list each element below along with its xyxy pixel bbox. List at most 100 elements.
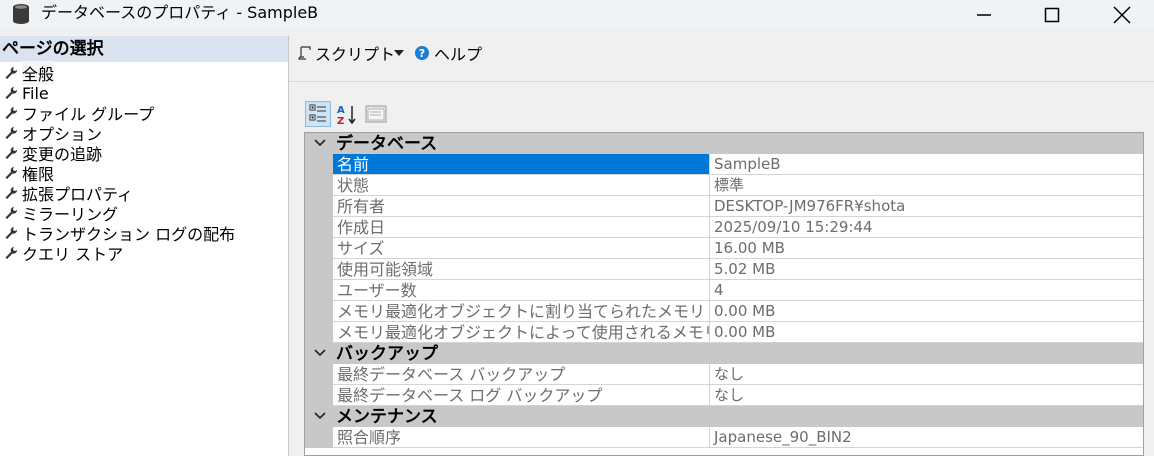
category-header[interactable]: データベース bbox=[305, 133, 1143, 154]
category-label: メンテナンス bbox=[336, 407, 438, 427]
maximize-button[interactable] bbox=[1028, 0, 1076, 29]
property-name[interactable]: サイズ bbox=[333, 238, 710, 259]
property-row[interactable]: 所有者 DESKTOP-JM976FR¥shota bbox=[305, 196, 1143, 217]
category-header[interactable]: メンテナンス bbox=[305, 406, 1143, 427]
property-row[interactable]: メモリ最適化オブジェクトに割り当てられたメモリ 0.00 MB bbox=[305, 301, 1143, 322]
row-gutter bbox=[305, 196, 333, 217]
splitter[interactable] bbox=[288, 36, 289, 456]
property-value[interactable]: SampleB bbox=[710, 154, 1143, 175]
categorized-button[interactable] bbox=[305, 101, 331, 127]
help-icon: ? bbox=[415, 46, 429, 60]
close-icon bbox=[1113, 5, 1131, 24]
close-button[interactable] bbox=[1098, 0, 1146, 29]
property-value[interactable]: DESKTOP-JM976FR¥shota bbox=[710, 196, 1143, 217]
row-gutter bbox=[305, 364, 333, 385]
property-name[interactable]: ユーザー数 bbox=[333, 280, 710, 301]
property-name[interactable]: 使用可能領域 bbox=[333, 259, 710, 280]
chevron-down-icon[interactable] bbox=[313, 410, 327, 422]
property-row[interactable]: ユーザー数 4 bbox=[305, 280, 1143, 301]
script-label: スクリプト bbox=[315, 45, 396, 64]
row-gutter bbox=[305, 175, 333, 196]
help-label: ヘルプ bbox=[434, 45, 483, 64]
property-name[interactable]: 照合順序 bbox=[333, 427, 710, 448]
property-grid: データベース 名前 SampleB 状態 標準 所有者 DESKTOP-JM976FR¥sh… bbox=[304, 132, 1144, 456]
property-row[interactable]: 状態 標準 bbox=[305, 175, 1143, 196]
property-row[interactable]: 作成日 2025/09/10 15:29:44 bbox=[305, 217, 1143, 238]
page-item[interactable]: 権限 bbox=[4, 163, 54, 184]
property-grid-toolbar: A Z bbox=[305, 100, 392, 128]
page-item[interactable]: 変更の追跡 bbox=[4, 143, 102, 164]
row-gutter bbox=[305, 280, 333, 301]
help-button[interactable]: ? ヘルプ bbox=[415, 42, 482, 64]
property-value[interactable]: なし bbox=[710, 385, 1143, 406]
sort-az-icon: A Z bbox=[337, 105, 356, 125]
wrench-icon bbox=[5, 147, 18, 159]
property-row[interactable]: サイズ 16.00 MB bbox=[305, 238, 1143, 259]
script-dropdown-icon[interactable] bbox=[393, 48, 405, 58]
alphabetical-button[interactable]: A Z bbox=[334, 101, 360, 127]
page-item[interactable]: クエリ ストア bbox=[4, 243, 123, 264]
property-value[interactable]: なし bbox=[710, 364, 1143, 385]
property-value[interactable]: 16.00 MB bbox=[710, 238, 1143, 259]
chevron-down-icon[interactable] bbox=[313, 137, 327, 149]
database-icon bbox=[13, 4, 29, 24]
minimize-button[interactable] bbox=[960, 0, 1008, 29]
property-value[interactable]: 4 bbox=[710, 280, 1143, 301]
property-row[interactable]: 使用可能領域 5.02 MB bbox=[305, 259, 1143, 280]
row-gutter bbox=[305, 154, 333, 175]
category-header[interactable]: バックアップ bbox=[305, 343, 1143, 364]
property-pages-icon bbox=[365, 105, 387, 123]
maximize-icon bbox=[1044, 7, 1060, 22]
categorized-icon bbox=[309, 104, 326, 122]
title-bar: データベースのプロパティ - SampleB bbox=[0, 0, 1154, 29]
row-gutter bbox=[305, 217, 333, 238]
property-value[interactable]: 0.00 MB bbox=[710, 301, 1143, 322]
svg-text:Z: Z bbox=[337, 116, 344, 125]
property-name[interactable]: 最終データベース バックアップ bbox=[333, 364, 710, 385]
category-label: バックアップ bbox=[336, 344, 438, 364]
property-name[interactable]: 名前 bbox=[333, 154, 710, 175]
property-row[interactable]: 最終データベース ログ バックアップ なし bbox=[305, 385, 1143, 406]
property-name[interactable]: 所有者 bbox=[333, 196, 710, 217]
row-gutter bbox=[305, 238, 333, 259]
row-gutter bbox=[305, 322, 333, 343]
chevron-down-icon[interactable] bbox=[313, 347, 327, 359]
row-gutter bbox=[305, 385, 333, 406]
wrench-icon bbox=[5, 187, 18, 199]
page-item[interactable]: トランザクション ログの配布 bbox=[4, 223, 235, 244]
property-row[interactable]: メモリ最適化オブジェクトによって使用されるメモリ 0.00 MB bbox=[305, 322, 1143, 343]
page-item[interactable]: 拡張プロパティ bbox=[4, 183, 133, 204]
wrench-icon bbox=[5, 127, 18, 139]
property-name[interactable]: 状態 bbox=[333, 175, 710, 196]
row-gutter bbox=[305, 301, 333, 322]
property-row[interactable]: 最終データベース バックアップ なし bbox=[305, 364, 1143, 385]
property-value[interactable]: 標準 bbox=[710, 175, 1143, 196]
page-selection-header: ページの選択 bbox=[0, 36, 288, 62]
page-item[interactable]: File bbox=[4, 83, 49, 103]
property-value[interactable]: 2025/09/10 15:29:44 bbox=[710, 217, 1143, 238]
property-name[interactable]: 最終データベース ログ バックアップ bbox=[333, 385, 710, 406]
property-value[interactable]: Japanese_90_BIN2 bbox=[710, 427, 1143, 448]
window-title: データベースのプロパティ - SampleB bbox=[41, 3, 319, 22]
property-name[interactable]: メモリ最適化オブジェクトに割り当てられたメモリ bbox=[333, 301, 710, 322]
category-label: データベース bbox=[336, 134, 438, 154]
property-value[interactable]: 5.02 MB bbox=[710, 259, 1143, 280]
wrench-icon bbox=[5, 207, 18, 219]
property-row[interactable]: 名前 SampleB bbox=[305, 154, 1143, 175]
page-item[interactable]: ファイル グループ bbox=[4, 103, 154, 124]
wrench-icon bbox=[5, 167, 18, 179]
wrench-icon bbox=[5, 87, 18, 99]
wrench-icon bbox=[5, 107, 18, 119]
property-row[interactable]: 照合順序 Japanese_90_BIN2 bbox=[305, 427, 1143, 448]
wrench-icon bbox=[5, 67, 18, 79]
property-name[interactable]: 作成日 bbox=[333, 217, 710, 238]
page-item[interactable]: オプション bbox=[4, 123, 102, 144]
minimize-icon bbox=[977, 13, 991, 16]
wrench-icon bbox=[5, 227, 18, 239]
property-value[interactable]: 0.00 MB bbox=[710, 322, 1143, 343]
page-item[interactable]: 全般 bbox=[4, 61, 55, 85]
script-button[interactable]: スクリプト bbox=[298, 42, 395, 64]
property-name[interactable]: メモリ最適化オブジェクトによって使用されるメモリ bbox=[333, 322, 710, 343]
page-item[interactable]: ミラーリング bbox=[4, 203, 118, 224]
property-pages-button[interactable] bbox=[363, 101, 389, 127]
